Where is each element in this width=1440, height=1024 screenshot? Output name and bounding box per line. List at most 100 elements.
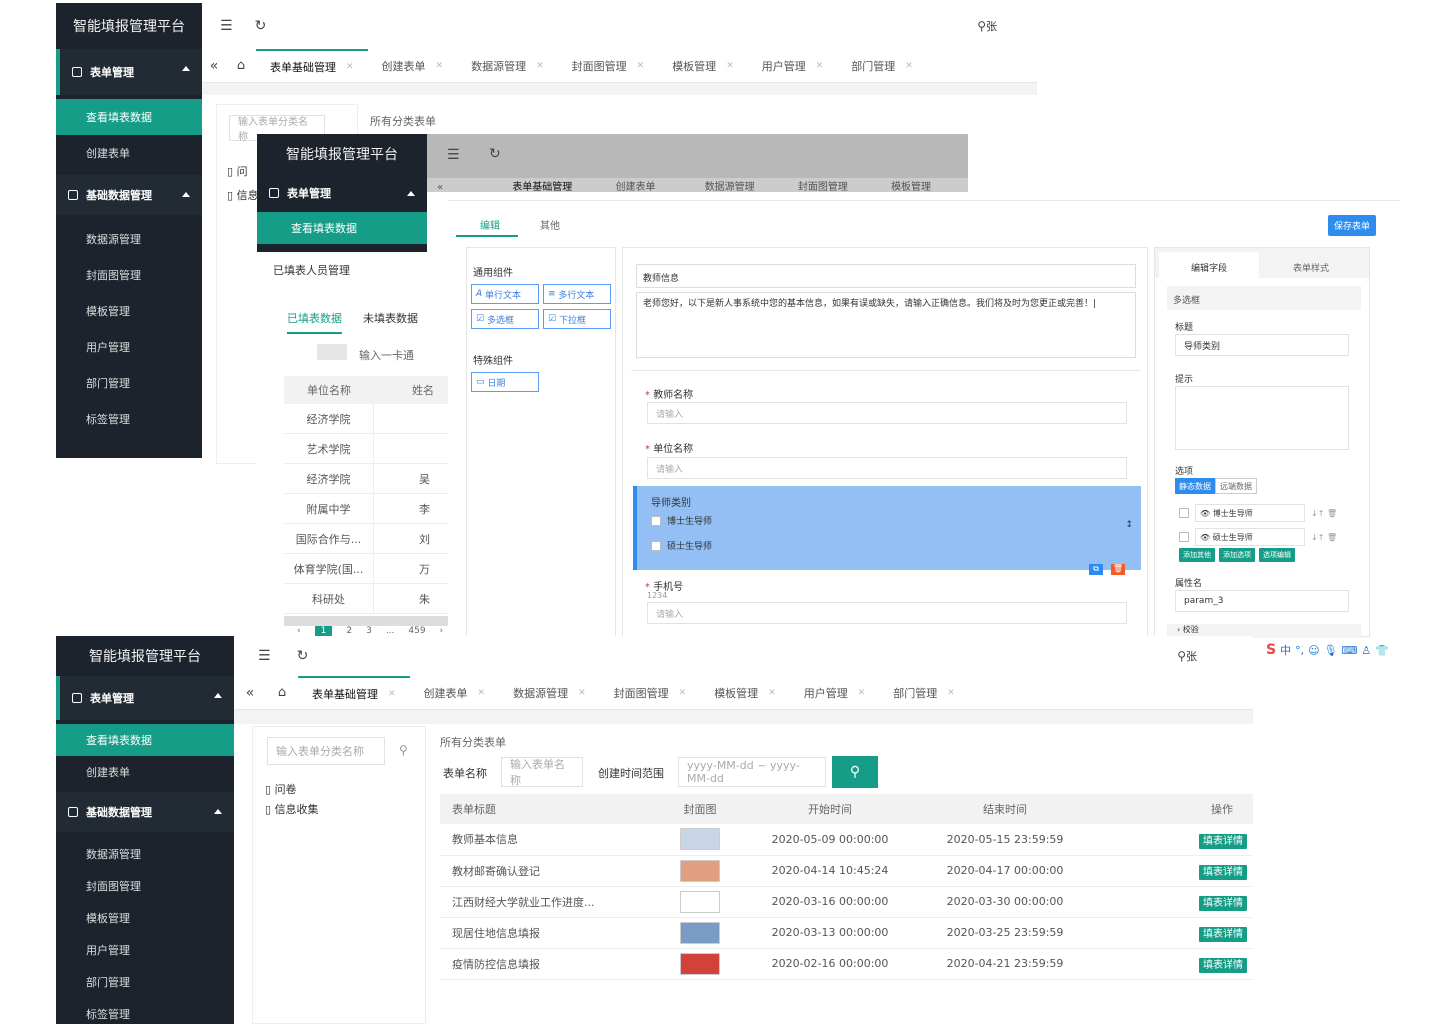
close-icon[interactable]: ✕ <box>726 61 734 71</box>
tab-template[interactable]: 模板管理 ✕ <box>700 676 790 709</box>
table-row[interactable]: 现居住地信息填报 2020-03-13 00:00:00 2020-03-25 23… <box>440 917 1253 949</box>
pager-prev[interactable]: ‹ <box>297 626 301 636</box>
fill-details-button[interactable]: 填表详情 <box>1199 865 1247 880</box>
sort-icon[interactable]: ↓↑ 🗑 <box>1311 533 1337 542</box>
tree-node[interactable]: ▯ 问 <box>227 163 248 179</box>
close-icon[interactable]: ✕ <box>768 688 776 698</box>
cover-thumbnail[interactable] <box>680 952 720 975</box>
tab-form-base[interactable]: 表单基础管理 ✕ <box>256 49 368 82</box>
pager-page[interactable]: 2 <box>346 626 352 636</box>
add-other-button[interactable]: 添加其他 <box>1179 548 1215 562</box>
user-icon[interactable]: ♙ <box>1361 644 1371 657</box>
tab-label[interactable]: 创建表单 <box>616 182 656 192</box>
tab-cover[interactable]: 封面图管理 ✕ <box>600 676 701 709</box>
tree-node[interactable]: ▯ 问卷 <box>265 781 297 797</box>
double-left-icon[interactable]: « <box>202 58 226 74</box>
comp-select[interactable]: ☑ 下拉框 <box>543 309 611 329</box>
sidebar-item-user[interactable]: 用户管理 <box>56 934 234 966</box>
copy-icon[interactable]: ⧉ <box>1089 564 1103 575</box>
sidebar-item-template[interactable]: 模板管理 <box>56 902 234 934</box>
option-input[interactable]: 👁 博士生导师 <box>1195 504 1305 522</box>
info-title-field[interactable]: 教师信息 <box>636 264 1136 288</box>
prop-hint-textarea[interactable] <box>1175 386 1349 450</box>
comp-checkbox[interactable]: ☑ 多选框 <box>471 309 539 329</box>
close-icon[interactable]: ✕ <box>578 688 586 698</box>
tab-template[interactable]: 模板管理 ✕ <box>658 49 748 82</box>
sidebar-item-cover[interactable]: 封面图管理 <box>56 870 234 902</box>
tree-node[interactable]: ▯ 信息收集 <box>265 801 319 817</box>
sidebar-item-dept[interactable]: 部门管理 <box>56 966 234 998</box>
close-icon[interactable]: ✕ <box>816 61 824 71</box>
close-icon[interactable]: ✕ <box>679 688 687 698</box>
tab-label[interactable]: 表单基础管理 <box>512 182 572 192</box>
close-icon[interactable]: ✕ <box>388 689 396 699</box>
table-row[interactable]: 经济学院 吴 <box>284 464 448 494</box>
sidebar-item-datasource[interactable]: 数据源管理 <box>56 221 202 257</box>
sidebar-item-user[interactable]: 用户管理 <box>56 329 202 365</box>
menu-toggle-icon[interactable]: ☰ <box>258 648 271 664</box>
add-option-button[interactable]: 添加选项 <box>1219 548 1255 562</box>
sidebar-group-form[interactable]: 表单管理 <box>56 49 202 95</box>
tab-datasource[interactable]: 数据源管理 ✕ <box>457 49 558 82</box>
tab-user[interactable]: 用户管理 ✕ <box>790 676 880 709</box>
menu-toggle-icon[interactable]: ☰ <box>447 147 460 163</box>
sidebar-item-dept[interactable]: 部门管理 <box>56 365 202 401</box>
pager-page[interactable]: 459 <box>408 626 425 636</box>
phone-input[interactable]: 请输入 <box>647 602 1127 624</box>
tab-cover[interactable]: 封面图管理 ✕ <box>558 49 659 82</box>
table-row[interactable]: 艺术学院 <box>284 434 448 464</box>
teacher-name-input[interactable]: 请输入 <box>647 402 1127 424</box>
tab-label[interactable]: 封面图管理 <box>798 182 848 192</box>
checkbox[interactable] <box>1179 532 1189 542</box>
option-input[interactable]: 👁 硕士生导师 <box>1195 528 1305 546</box>
keyboard-icon[interactable]: ⌨ <box>1342 644 1358 657</box>
tree-search-input[interactable]: 输入表单分类名称 <box>267 737 385 765</box>
fill-details-button[interactable]: 填表详情 <box>1199 833 1247 849</box>
sub-item-filled-users[interactable]: 已填表人员管理 <box>273 262 350 278</box>
sidebar-group-base[interactable]: 基础数据管理 <box>56 175 202 215</box>
info-text-area[interactable]: 老师您好，以下是新人事系统中您的基本信息，如果有误或缺失，请输入正确信息。我们将… <box>636 292 1136 358</box>
sidebar-item-template[interactable]: 模板管理 <box>56 293 202 329</box>
fill-details-button[interactable]: 填表详情 <box>1199 927 1247 942</box>
table-row[interactable]: 疫情防控信息填报 2020-02-16 00:00:00 2020-04-21 23… <box>440 948 1253 980</box>
option-row[interactable]: 博士生导师 <box>651 514 712 527</box>
refresh-icon[interactable]: ↻ <box>489 146 501 162</box>
tab-label[interactable]: 数据源管理 <box>705 182 755 192</box>
user-name[interactable]: 张 <box>986 18 997 34</box>
checkbox[interactable] <box>651 540 661 551</box>
sidebar-group-base[interactable]: 基础数据管理 <box>56 792 234 832</box>
sidebar-group-form[interactable]: 表单管理 <box>56 676 234 720</box>
tab-filled[interactable]: 已填表数据 <box>287 310 342 334</box>
cover-thumbnail[interactable] <box>680 859 720 882</box>
drag-handle-icon[interactable]: ↕ <box>1125 520 1133 530</box>
sidebar-item-tag[interactable]: 标签管理 <box>56 401 202 437</box>
table-row[interactable]: 科研处 朱 <box>284 584 448 614</box>
tab-datasource[interactable]: 数据源管理 ✕ <box>499 676 600 709</box>
tab-form-base[interactable]: 表单基础管理 ✕ <box>298 676 410 709</box>
close-icon[interactable]: ✕ <box>536 61 544 71</box>
tab-user[interactable]: 用户管理 ✕ <box>748 49 838 82</box>
pager-page[interactable]: 1 <box>314 626 333 636</box>
tab-unfilled[interactable]: 未填表数据 <box>363 310 418 326</box>
sidebar-group-form[interactable]: 表单管理 <box>257 174 427 212</box>
close-icon[interactable]: ✕ <box>436 61 444 71</box>
checkbox[interactable] <box>1179 508 1189 518</box>
emoji-icon[interactable]: ☺ <box>1308 644 1319 657</box>
table-row[interactable]: 教师基本信息 2020-05-09 00:00:00 2020-05-15 23:5… <box>440 824 1253 856</box>
close-icon[interactable]: ✕ <box>346 62 354 72</box>
cover-thumbnail[interactable] <box>680 921 720 944</box>
tab-dept[interactable]: 部门管理 ✕ <box>837 49 927 82</box>
unit-name-input[interactable]: 请输入 <box>647 457 1127 479</box>
sidebar-item-view-data[interactable]: 查看填表数据 <box>257 212 427 244</box>
comp-date[interactable]: ▭ 日期 <box>471 372 539 392</box>
delete-icon[interactable]: 🗑 <box>1111 564 1125 575</box>
save-form-button[interactable]: 保存表单 <box>1328 215 1377 236</box>
close-icon[interactable]: ✕ <box>478 688 486 698</box>
comp-single-text[interactable]: 𝘈 单行文本 <box>471 284 539 304</box>
h-scrollbar[interactable] <box>284 616 448 626</box>
sort-icon[interactable]: ↓↑ 🗑 <box>1311 509 1337 518</box>
sidebar-item-create-form[interactable]: 创建表单 <box>56 756 234 788</box>
refresh-icon[interactable]: ↻ <box>255 18 267 34</box>
option-row[interactable]: 硕士生导师 <box>651 539 712 552</box>
double-left-icon[interactable]: « <box>234 685 266 701</box>
